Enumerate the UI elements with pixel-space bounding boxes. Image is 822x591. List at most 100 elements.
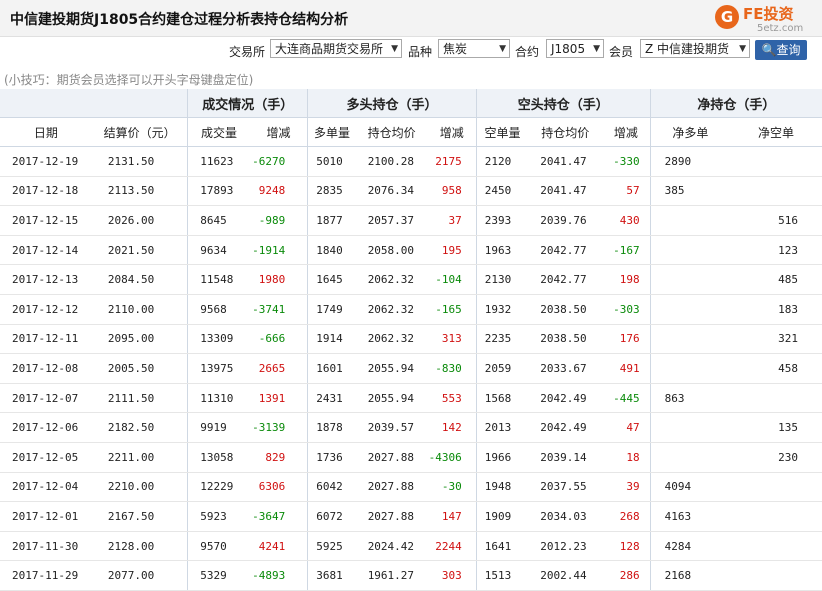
cell-net-long: 4163: [649, 501, 731, 532]
group-header: 净持仓（手）: [649, 89, 822, 118]
cell-long-avg-price: 2027.88: [355, 501, 428, 532]
cell-short-change: -303: [602, 294, 651, 325]
column-header[interactable]: 结算价（元）: [91, 117, 188, 147]
cell-short-change: 18: [602, 442, 651, 473]
column-header[interactable]: 增减: [602, 117, 651, 147]
contract-select[interactable]: J1805 ▼: [546, 39, 604, 58]
cell-net-short: 183: [730, 294, 822, 325]
cell-long-avg-price: 2062.32: [355, 294, 428, 325]
cell-long-avg-price: 1961.27: [355, 560, 428, 591]
column-header[interactable]: 净多单: [649, 117, 731, 147]
site-logo[interactable]: G FE投资 5etz.com: [715, 3, 815, 37]
cell-long-qty: 5010: [307, 146, 356, 177]
cell-short-avg-price: 2033.67: [528, 353, 603, 384]
cell-long-qty: 1878: [307, 412, 356, 443]
cell-long-avg-price: 2057.37: [355, 205, 428, 236]
column-header[interactable]: 增减: [427, 117, 477, 147]
contract-value: J1805: [551, 42, 586, 56]
column-header[interactable]: 空单量: [475, 117, 529, 147]
table-row: 2017-12-18 2113.50 17893 9248 2835 2076.34 958…: [0, 176, 822, 207]
column-header-row: 日期 结算价（元） 成交量 增减 多单量 持仓均价 增减 空单量 持仓均价 增减…: [0, 117, 822, 147]
table-row: 2017-12-01 2167.50 5923 -3647 6072 2027.88 147…: [0, 501, 822, 532]
cell-long-avg-price: 2027.88: [355, 442, 428, 473]
cell-short-avg-price: 2038.50: [528, 324, 603, 355]
cell-net-long: [649, 442, 731, 473]
cell-long-qty: 6072: [307, 501, 356, 532]
group-header: 成交情况（手）: [187, 89, 308, 118]
column-header[interactable]: 增减: [249, 117, 308, 147]
cell-net-long: 2890: [649, 146, 731, 177]
query-button[interactable]: 🔍查询: [755, 40, 807, 60]
member-value: Z 中信建投期货: [645, 42, 730, 56]
cell-short-avg-price: 2042.77: [528, 235, 603, 266]
exchange-value: 大连商品期货交易所: [275, 42, 384, 56]
cell-volume-change: -666: [249, 324, 308, 355]
cell-date: 2017-12-12: [0, 294, 92, 325]
cell-long-qty: 1645: [307, 264, 356, 295]
column-header[interactable]: 成交量: [187, 117, 250, 147]
cell-volume-change: -989: [249, 205, 308, 236]
cell-long-qty: 6042: [307, 472, 356, 503]
cell-net-short: [730, 501, 822, 532]
cell-net-long: [649, 324, 731, 355]
column-header[interactable]: 多单量: [307, 117, 356, 147]
table-row: 2017-12-13 2084.50 11548 1980 1645 2062.32 -10…: [0, 264, 822, 295]
chevron-down-icon: ▼: [593, 44, 600, 54]
cell-volume-change: 6306: [249, 472, 308, 503]
cell-settle-price: 2128.00: [91, 531, 188, 562]
cell-net-short: [730, 383, 822, 414]
cell-volume-change: -3741: [249, 294, 308, 325]
table-row: 2017-12-04 2210.00 12229 6306 6042 2027.88 -30…: [0, 472, 822, 503]
cell-short-avg-price: 2002.44: [528, 560, 603, 591]
cell-short-change: -445: [602, 383, 651, 414]
cell-volume: 13309: [187, 324, 250, 355]
cell-volume-change: -4893: [249, 560, 308, 591]
cell-short-qty: 1948: [475, 472, 529, 503]
cell-short-change: -167: [602, 235, 651, 266]
table-row: 2017-12-15 2026.00 8645 -989 1877 2057.37 37 23…: [0, 205, 822, 236]
cell-long-qty: 1601: [307, 353, 356, 384]
cell-net-short: 458: [730, 353, 822, 384]
logo-brand: FE投资: [743, 5, 794, 23]
cell-long-qty: 1749: [307, 294, 356, 325]
column-header[interactable]: 日期: [0, 117, 92, 147]
cell-short-qty: 1909: [475, 501, 529, 532]
cell-short-qty: 2120: [475, 146, 529, 177]
cell-long-qty: 1840: [307, 235, 356, 266]
cell-settle-price: 2182.50: [91, 412, 188, 443]
cell-short-avg-price: 2041.47: [528, 176, 603, 207]
cell-settle-price: 2084.50: [91, 264, 188, 295]
cell-long-qty: 1736: [307, 442, 356, 473]
cell-date: 2017-12-08: [0, 353, 92, 384]
variety-select[interactable]: 焦炭 ▼: [438, 39, 510, 58]
column-header[interactable]: 净空单: [730, 117, 822, 147]
tip-text: (小技巧：期货会员选择可以开头字母键盘定位): [4, 73, 254, 87]
cell-date: 2017-12-15: [0, 205, 92, 236]
cell-short-qty: 1932: [475, 294, 529, 325]
cell-volume: 5923: [187, 501, 250, 532]
table-row: 2017-11-30 2128.00 9570 4241 5925 2024.42 2244…: [0, 531, 822, 562]
exchange-select[interactable]: 大连商品期货交易所 ▼: [270, 39, 402, 58]
cell-short-change: -330: [602, 146, 651, 177]
column-header[interactable]: 持仓均价: [355, 117, 428, 147]
cell-short-change: 491: [602, 353, 651, 384]
member-select[interactable]: Z 中信建投期货 ▼: [640, 39, 750, 58]
cell-long-change: 303: [427, 560, 477, 591]
table-body: 2017-12-19 2131.50 11623 -6270 5010 2100.28 21…: [0, 146, 822, 591]
cell-long-avg-price: 2062.32: [355, 264, 428, 295]
cell-settle-price: 2110.00: [91, 294, 188, 325]
cell-volume-change: 9248: [249, 176, 308, 207]
cell-volume: 11623: [187, 146, 250, 177]
cell-long-change: 2244: [427, 531, 477, 562]
cell-date: 2017-12-07: [0, 383, 92, 414]
exchange-label: 交易所: [229, 45, 266, 59]
cell-long-change: 37: [427, 205, 477, 236]
table-row: 2017-12-19 2131.50 11623 -6270 5010 2100.28 21…: [0, 146, 822, 177]
filter-row: 交易所 大连商品期货交易所 ▼ 品种 焦炭 ▼ 合约 J1805 ▼ 会员 Z …: [0, 38, 822, 64]
cell-short-avg-price: 2042.49: [528, 383, 603, 414]
cell-net-long: 863: [649, 383, 731, 414]
column-header[interactable]: 持仓均价: [528, 117, 603, 147]
cell-volume: 9568: [187, 294, 250, 325]
cell-settle-price: 2113.50: [91, 176, 188, 207]
cell-volume-change: -3647: [249, 501, 308, 532]
